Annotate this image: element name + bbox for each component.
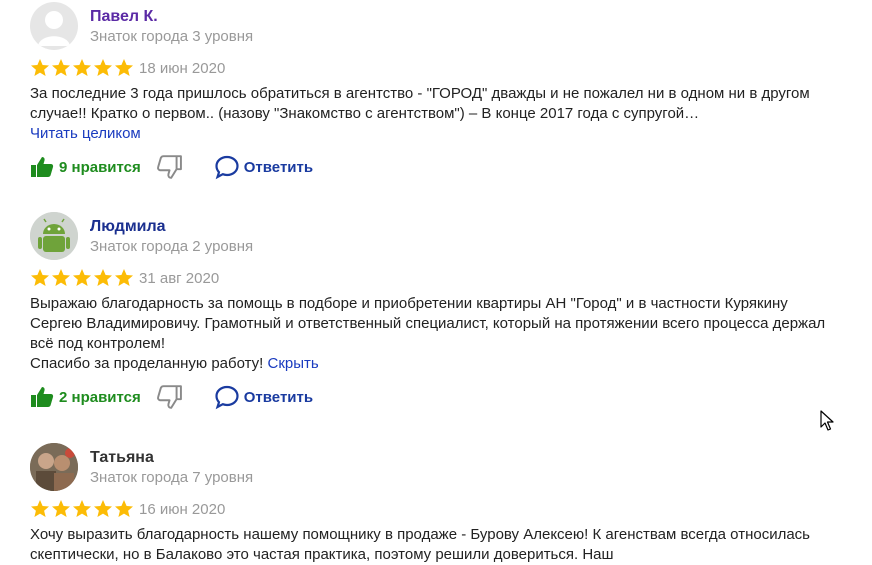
rating-stars bbox=[30, 58, 134, 78]
like-button[interactable]: 9 нравится bbox=[30, 155, 141, 179]
star-icon bbox=[94, 500, 112, 517]
review-body: Хочу выразить благодарность нашему помощ… bbox=[30, 526, 810, 563]
reply-label: Ответить bbox=[243, 158, 314, 176]
star-icon bbox=[73, 269, 91, 286]
star-icon bbox=[31, 59, 49, 76]
review-actions: 2 нравится Ответить bbox=[30, 382, 313, 412]
star-icon bbox=[73, 59, 91, 76]
star-icon bbox=[73, 500, 91, 517]
review-date: 18 июн 2020 bbox=[139, 60, 226, 77]
review-text: За последние 3 года пришлось обратиться … bbox=[30, 84, 830, 144]
like-button[interactable]: 2 нравится bbox=[30, 385, 141, 409]
comment-icon bbox=[215, 155, 239, 180]
review-body-end: Спасибо за проделанную работу! bbox=[30, 355, 264, 372]
author-level: Знаток города 2 уровня bbox=[90, 238, 254, 255]
star-icon bbox=[115, 269, 133, 286]
mouse-cursor-icon bbox=[820, 410, 834, 431]
author-level: Знаток города 7 уровня bbox=[90, 469, 254, 486]
read-more-link[interactable]: Читать целиком bbox=[30, 125, 141, 142]
star-icon bbox=[115, 500, 133, 517]
rating-stars bbox=[30, 499, 134, 519]
author-name[interactable]: Павел К. bbox=[90, 8, 158, 26]
review-text: Хочу выразить благодарность нашему помощ… bbox=[30, 525, 830, 565]
star-icon bbox=[31, 500, 49, 517]
hide-link[interactable]: Скрыть bbox=[268, 355, 319, 372]
review-actions: 9 нравится Ответить bbox=[30, 152, 313, 182]
android-icon bbox=[30, 212, 78, 260]
star-icon bbox=[52, 59, 70, 76]
avatar[interactable] bbox=[30, 443, 78, 491]
star-icon bbox=[115, 59, 133, 76]
star-icon bbox=[94, 269, 112, 286]
author-level: Знаток города 3 уровня bbox=[90, 28, 254, 45]
star-icon bbox=[94, 59, 112, 76]
thumbs-up-icon bbox=[31, 387, 54, 407]
star-icon bbox=[31, 269, 49, 286]
review-body: Выражаю благодарность за помощь в подбор… bbox=[30, 295, 826, 352]
reply-button[interactable]: Ответить bbox=[214, 154, 313, 180]
avatar[interactable] bbox=[30, 212, 78, 260]
comment-icon bbox=[215, 385, 239, 410]
author-name[interactable]: Татьяна bbox=[90, 449, 154, 467]
avatar[interactable] bbox=[30, 2, 78, 50]
review-date: 16 июн 2020 bbox=[139, 501, 226, 518]
author-name[interactable]: Людмила bbox=[90, 218, 166, 236]
star-icon bbox=[52, 500, 70, 517]
thumbs-down-icon[interactable] bbox=[156, 384, 182, 410]
thumbs-down-icon[interactable] bbox=[156, 154, 182, 180]
review-text: Выражаю благодарность за помощь в подбор… bbox=[30, 294, 830, 374]
thumbs-up-icon bbox=[31, 157, 54, 177]
star-icon bbox=[52, 269, 70, 286]
reply-button[interactable]: Ответить bbox=[214, 384, 313, 410]
review-body: За последние 3 года пришлось обратиться … bbox=[30, 85, 810, 122]
photo-avatar bbox=[30, 443, 78, 491]
rating-stars bbox=[30, 268, 134, 288]
review-date: 31 авг 2020 bbox=[139, 270, 220, 287]
like-count: 2 нравится bbox=[59, 388, 141, 406]
reply-label: Ответить bbox=[243, 388, 314, 406]
like-count: 9 нравится bbox=[59, 158, 141, 176]
default-user-icon bbox=[38, 11, 70, 46]
